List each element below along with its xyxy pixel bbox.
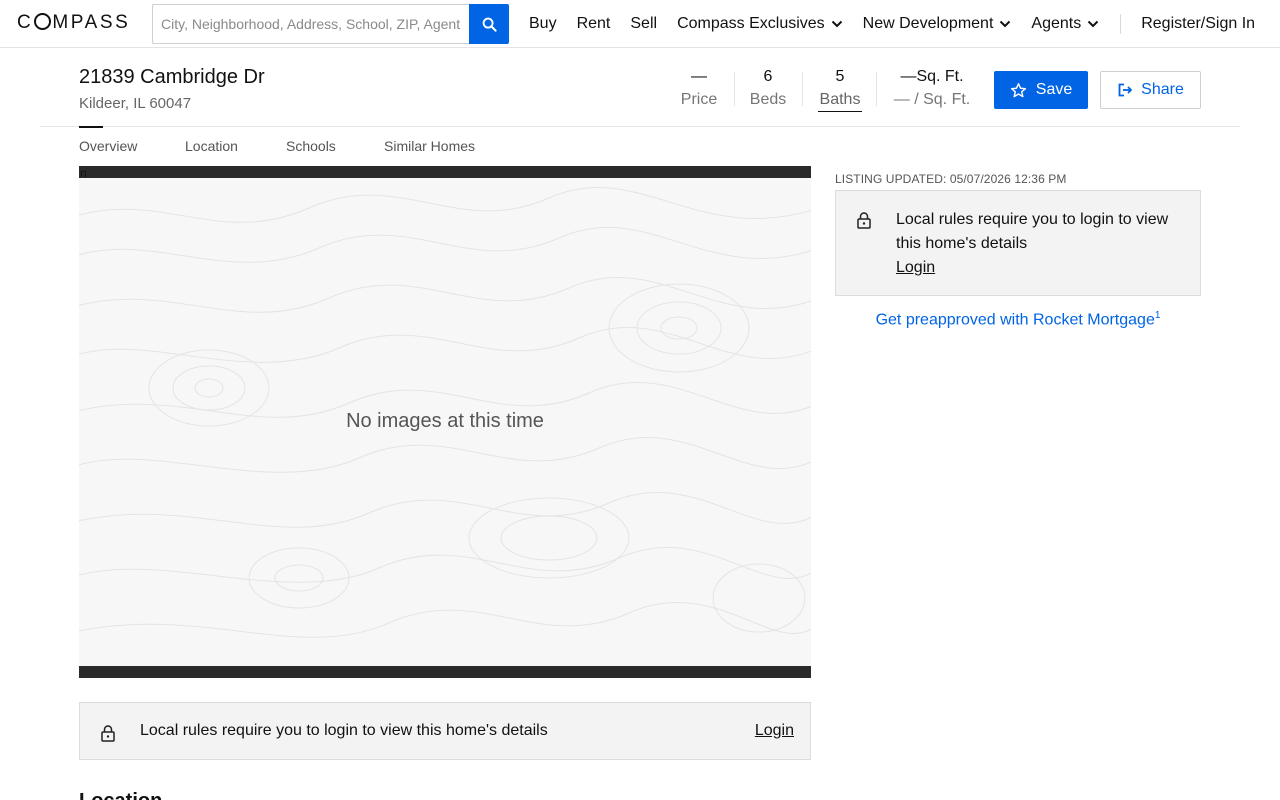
- star-icon: [1010, 82, 1026, 97]
- nav-sell[interactable]: Sell: [630, 15, 657, 33]
- nav-rent-label: Rent: [576, 15, 611, 32]
- chevron-down-icon: [1088, 20, 1099, 28]
- tab-schools[interactable]: Schools: [286, 138, 336, 154]
- share-label: Share: [1141, 81, 1184, 98]
- nav-sell-label: Sell: [630, 15, 658, 32]
- register-signin-label: Register/Sign In: [1141, 15, 1256, 32]
- stat-beds: 6 Beds: [746, 66, 790, 111]
- tab-overview[interactable]: Overview: [79, 138, 137, 154]
- active-tab-indicator: [79, 126, 103, 128]
- stat-beds-value: 6: [763, 68, 773, 85]
- rocket-mortgage-link[interactable]: Get preapproved with Rocket Mortgage1: [835, 310, 1201, 329]
- stat-baths-label: Baths: [818, 89, 862, 112]
- sidebar-login-link[interactable]: Login: [896, 256, 935, 280]
- lock-icon: [101, 725, 115, 742]
- stat-sqft-label: — / Sq. Ft.: [893, 91, 971, 108]
- login-required-bar: Local rules require you to login to view…: [79, 702, 811, 760]
- footnote-marker: 1: [1154, 310, 1161, 321]
- listing-address: 21839 Cambridge Dr: [79, 66, 265, 88]
- no-images-message: No images at this time: [346, 409, 544, 432]
- search-bar: [152, 4, 509, 44]
- nav-compass-exclusives[interactable]: Compass Exclusives: [677, 15, 843, 33]
- lock-icon: [857, 212, 871, 229]
- sidebar-login-message: Local rules require you to login to view…: [896, 211, 1169, 252]
- register-signin-link[interactable]: Register/Sign In: [1141, 15, 1255, 33]
- listing-city: Kildeer, IL 60047: [79, 95, 192, 112]
- main-menu: Buy Rent Sell Compass Exclusives New Dev…: [529, 0, 1275, 48]
- tab-similar-homes[interactable]: Similar Homes: [384, 138, 475, 154]
- nav-agents[interactable]: Agents: [1031, 15, 1099, 33]
- search-icon: [482, 17, 497, 32]
- listing-updated: LISTING UPDATED: 05/07/2026 12:36 PM: [835, 172, 1067, 186]
- stat-baths[interactable]: 5 Baths: [818, 66, 862, 112]
- nav-divider: [1120, 14, 1122, 34]
- login-required-message: Local rules require you to login to view…: [140, 722, 548, 739]
- nav-compass-exclusives-label: Compass Exclusives: [677, 15, 825, 32]
- stat-beds-label: Beds: [749, 91, 787, 108]
- top-nav: CMPASS Buy Rent Sell Compass Exclusives …: [0, 0, 1280, 48]
- nav-buy[interactable]: Buy: [529, 15, 557, 33]
- location-section-heading: Location: [79, 790, 162, 800]
- nav-buy-label: Buy: [529, 15, 557, 32]
- sidebar-login-box: Local rules require you to login to view…: [835, 190, 1201, 296]
- photo-gallery[interactable]: n No images at this time: [79, 166, 811, 678]
- nav-rent[interactable]: Rent: [577, 15, 611, 33]
- search-input[interactable]: [152, 4, 469, 44]
- chevron-down-icon: [831, 20, 842, 28]
- stat-sqft: —Sq. Ft. — / Sq. Ft.: [888, 66, 976, 111]
- stat-divider: [876, 72, 877, 106]
- login-link[interactable]: Login: [755, 722, 794, 740]
- rocket-mortgage-label: Get preapproved with Rocket Mortgage: [875, 311, 1155, 329]
- header-divider: [40, 126, 1240, 127]
- stat-price-value: —: [691, 68, 707, 85]
- save-label: Save: [1035, 81, 1073, 98]
- stat-sqft-value: —Sq. Ft.: [900, 68, 964, 85]
- nav-new-development-label: New Development: [862, 15, 994, 32]
- share-button[interactable]: Share: [1100, 71, 1201, 109]
- nav-agents-label: Agents: [1031, 15, 1082, 32]
- photo-placeholder: No images at this time: [79, 178, 811, 666]
- stat-baths-value: 5: [835, 68, 845, 85]
- share-icon: [1118, 83, 1133, 97]
- stat-price-label: Price: [680, 91, 718, 108]
- nav-new-development[interactable]: New Development: [863, 15, 1012, 33]
- stat-divider: [734, 72, 735, 106]
- chevron-down-icon: [1000, 20, 1011, 28]
- stat-divider: [802, 72, 803, 106]
- stat-price: — Price: [676, 66, 722, 111]
- search-button[interactable]: [469, 4, 509, 44]
- compass-logo[interactable]: C MPASS: [17, 12, 130, 34]
- save-button[interactable]: Save: [994, 71, 1088, 109]
- tab-location[interactable]: Location: [185, 138, 238, 154]
